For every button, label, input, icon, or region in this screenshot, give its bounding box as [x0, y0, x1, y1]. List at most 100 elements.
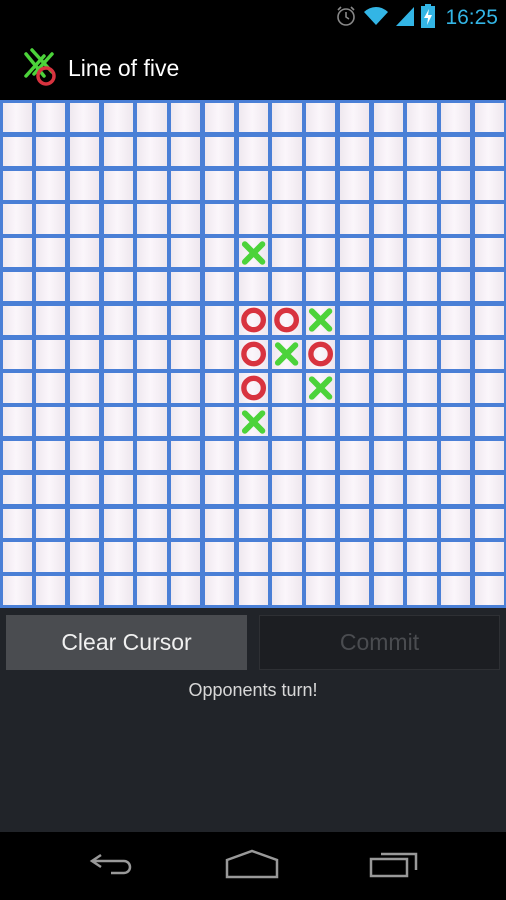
board-cell[interactable]: [474, 508, 504, 538]
board-cell[interactable]: [272, 508, 302, 538]
board-cell[interactable]: [171, 474, 201, 505]
board-cell[interactable]: [306, 170, 336, 200]
board-cell[interactable]: [204, 136, 235, 167]
board-cell[interactable]: [171, 204, 201, 234]
board-cell[interactable]: [373, 238, 403, 268]
board-cell[interactable]: [36, 170, 66, 200]
board-cell[interactable]: [474, 204, 504, 234]
board-cell[interactable]: [103, 407, 133, 437]
board-cell[interactable]: [441, 474, 471, 505]
board-cell[interactable]: [474, 542, 504, 572]
board-cell[interactable]: [306, 136, 336, 167]
board-cell[interactable]: [238, 373, 268, 403]
board-cell[interactable]: [238, 238, 268, 268]
board-cell[interactable]: [238, 170, 268, 200]
board-cell[interactable]: [339, 136, 370, 167]
board-cell[interactable]: [474, 238, 504, 268]
board-cell[interactable]: [137, 373, 167, 403]
board-cell[interactable]: [69, 542, 100, 572]
board-cell[interactable]: [272, 238, 302, 268]
board-cell[interactable]: [238, 576, 268, 606]
board-cell[interactable]: [2, 373, 32, 403]
board-cell[interactable]: [441, 542, 471, 572]
board-cell[interactable]: [204, 407, 235, 437]
board-cell[interactable]: [373, 339, 403, 369]
board-cell[interactable]: [36, 103, 66, 133]
board-cell[interactable]: [441, 576, 471, 606]
board-cell[interactable]: [69, 576, 100, 606]
board-cell[interactable]: [306, 339, 336, 369]
board-cell[interactable]: [373, 204, 403, 234]
board-cell[interactable]: [204, 204, 235, 234]
board-cell[interactable]: [69, 508, 100, 538]
board-cell[interactable]: [441, 305, 471, 336]
back-button[interactable]: [82, 846, 142, 886]
board-cell[interactable]: [441, 441, 471, 471]
board-cell[interactable]: [373, 272, 403, 302]
board-cell[interactable]: [339, 576, 370, 606]
board-cell[interactable]: [474, 373, 504, 403]
board-cell[interactable]: [2, 305, 32, 336]
board-cell[interactable]: [272, 542, 302, 572]
board-cell[interactable]: [306, 407, 336, 437]
board-cell[interactable]: [272, 407, 302, 437]
board-cell[interactable]: [407, 441, 437, 471]
board-cell[interactable]: [238, 136, 268, 167]
board-cell[interactable]: [339, 542, 370, 572]
board-cell[interactable]: [204, 238, 235, 268]
board-cell[interactable]: [441, 238, 471, 268]
board-cell[interactable]: [36, 542, 66, 572]
board-cell[interactable]: [272, 305, 302, 336]
board-cell[interactable]: [171, 305, 201, 336]
board-cell[interactable]: [407, 542, 437, 572]
board-cell[interactable]: [103, 272, 133, 302]
board-cell[interactable]: [137, 474, 167, 505]
board-cell[interactable]: [238, 542, 268, 572]
app-logo-icon[interactable]: [18, 46, 62, 90]
board-cell[interactable]: [272, 103, 302, 133]
board-cell[interactable]: [272, 170, 302, 200]
board-cell[interactable]: [306, 238, 336, 268]
board-cell[interactable]: [339, 272, 370, 302]
board-cell[interactable]: [474, 136, 504, 167]
board-cell[interactable]: [2, 272, 32, 302]
board-cell[interactable]: [306, 508, 336, 538]
board-cell[interactable]: [238, 204, 268, 234]
board-cell[interactable]: [306, 373, 336, 403]
board-cell[interactable]: [69, 373, 100, 403]
board-cell[interactable]: [306, 305, 336, 336]
board-cell[interactable]: [204, 474, 235, 505]
board-cell[interactable]: [407, 339, 437, 369]
home-button[interactable]: [222, 846, 282, 886]
board-cell[interactable]: [69, 339, 100, 369]
board-cell[interactable]: [407, 474, 437, 505]
board-cell[interactable]: [69, 170, 100, 200]
board-cell[interactable]: [69, 204, 100, 234]
board-cell[interactable]: [103, 103, 133, 133]
board-cell[interactable]: [103, 339, 133, 369]
board-cell[interactable]: [441, 136, 471, 167]
board-cell[interactable]: [238, 305, 268, 336]
board-cell[interactable]: [137, 508, 167, 538]
board-cell[interactable]: [69, 441, 100, 471]
board-cell[interactable]: [69, 407, 100, 437]
board-cell[interactable]: [441, 373, 471, 403]
board-cell[interactable]: [36, 136, 66, 167]
board-cell[interactable]: [272, 339, 302, 369]
board-cell[interactable]: [238, 441, 268, 471]
board-cell[interactable]: [137, 576, 167, 606]
board-cell[interactable]: [2, 542, 32, 572]
board-cell[interactable]: [272, 204, 302, 234]
board-cell[interactable]: [407, 170, 437, 200]
board-cell[interactable]: [36, 508, 66, 538]
board-cell[interactable]: [474, 576, 504, 606]
board-cell[interactable]: [373, 508, 403, 538]
board-cell[interactable]: [373, 441, 403, 471]
board-cell[interactable]: [339, 204, 370, 234]
board-cell[interactable]: [69, 136, 100, 167]
board-cell[interactable]: [103, 576, 133, 606]
board-cell[interactable]: [339, 508, 370, 538]
board-cell[interactable]: [2, 170, 32, 200]
board-cell[interactable]: [407, 407, 437, 437]
board-cell[interactable]: [171, 542, 201, 572]
